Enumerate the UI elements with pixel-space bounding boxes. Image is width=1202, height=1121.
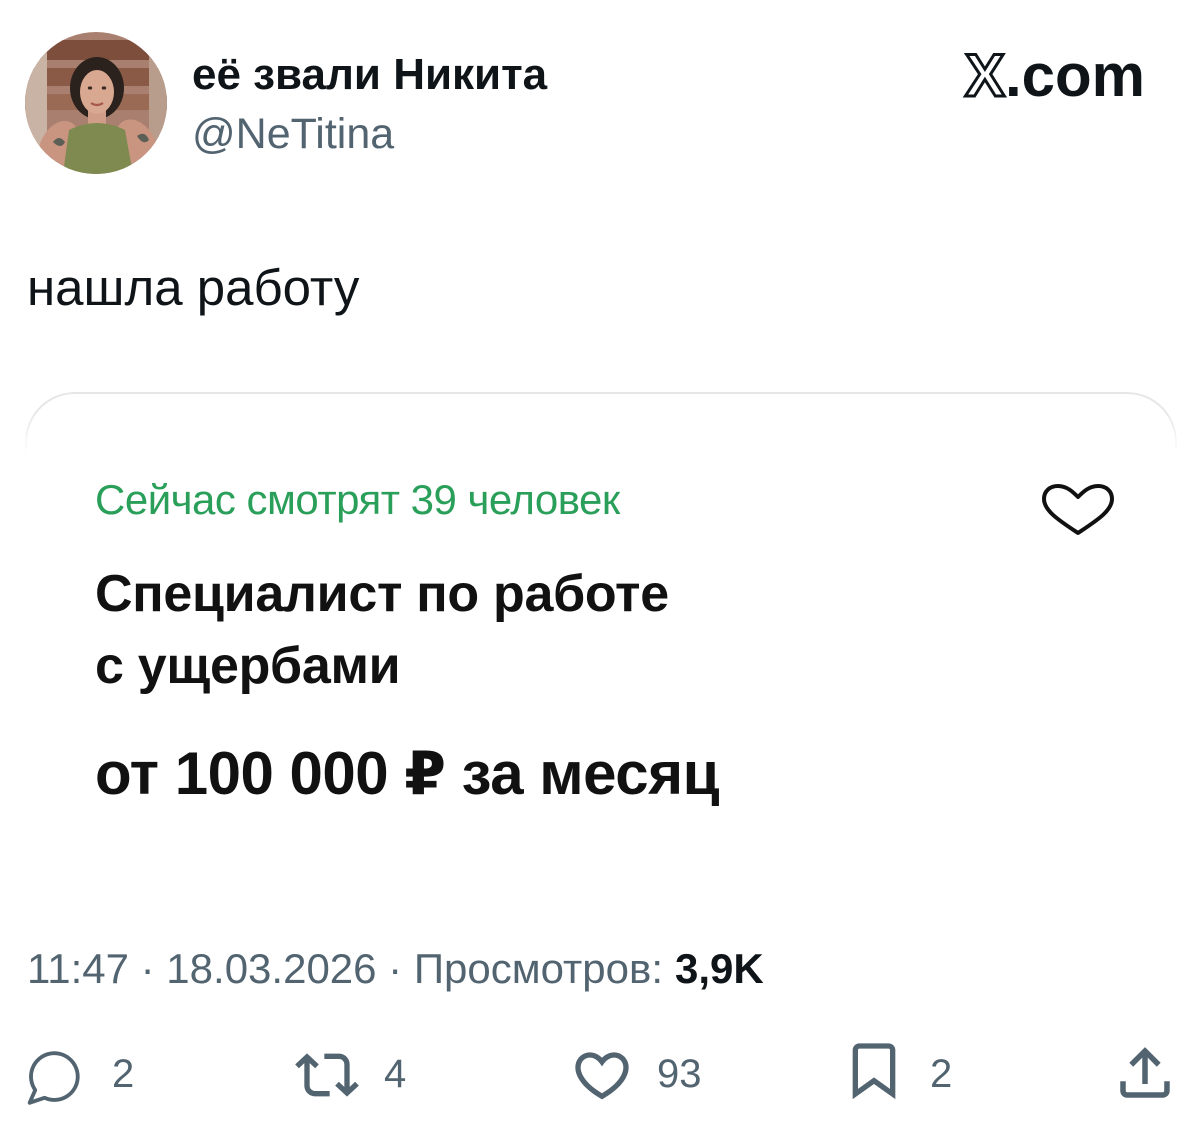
- share-icon[interactable]: [1112, 1040, 1178, 1106]
- avatar-photo-icon: [25, 32, 167, 174]
- reply-icon[interactable]: [20, 1045, 86, 1111]
- timestamp[interactable]: 11:47 · 18.03.2026 · Просмотров:: [27, 948, 663, 990]
- bookmark-icon[interactable]: [842, 1038, 906, 1102]
- like-count: 93: [657, 1052, 702, 1096]
- avatar[interactable]: [25, 32, 167, 174]
- heart-outline-icon: [1040, 483, 1116, 537]
- x-logo-domain: .com: [1004, 42, 1145, 109]
- author-handle[interactable]: @NeTitina: [192, 113, 394, 156]
- heart-icon[interactable]: [570, 1043, 634, 1107]
- tweet-meta: 11:47 · 18.03.2026 · Просмотров: 3,9K: [27, 948, 764, 990]
- card-salary: от 100 000 ₽ за месяц: [95, 740, 719, 807]
- x-logo: X .com: [963, 42, 1145, 109]
- retweet-count: 4: [384, 1052, 407, 1096]
- reply-count: 2: [112, 1052, 135, 1096]
- card-viewers-text: Сейчас смотрят 39 человек: [95, 476, 620, 523]
- views-count: 3,9K: [675, 945, 764, 992]
- tweet-text: нашла работу: [27, 259, 360, 316]
- card-job-title-line: с ущербами: [95, 637, 401, 695]
- retweet-icon[interactable]: [295, 1043, 359, 1107]
- bookmark-count: 2: [930, 1052, 953, 1096]
- card-job-title-line: Специалист по работе: [95, 565, 669, 623]
- x-logo-mark: X: [963, 42, 1006, 109]
- media-card-frame[interactable]: [25, 392, 1177, 454]
- author-display-name[interactable]: её звали Никита: [192, 53, 547, 97]
